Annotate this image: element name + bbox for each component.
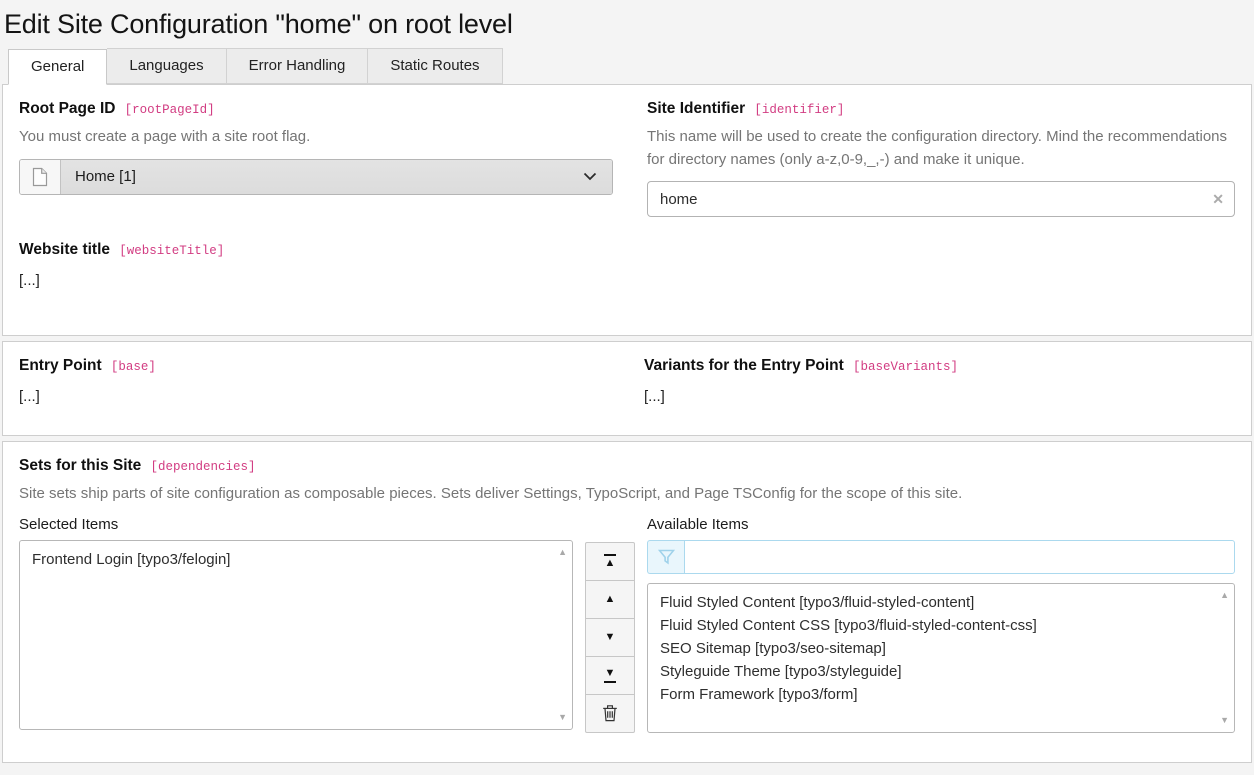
move-to-bottom-button[interactable]: ▼ [585, 656, 635, 695]
chevron-down-icon [583, 172, 597, 181]
move-down-icon: ▼ [605, 632, 616, 643]
tab-error-handling[interactable]: Error Handling [227, 48, 369, 84]
selected-items-listbox[interactable]: Frontend Login [typo3/felogin] ▲ ▼ [19, 540, 573, 730]
remove-item-button[interactable] [585, 694, 635, 733]
available-items-filter-input[interactable] [684, 540, 1235, 574]
field-base-variants: Variants for the Entry Point [baseVarian… [644, 357, 1235, 405]
entry-point-label: Entry Point [19, 357, 102, 374]
root-page-id-select[interactable]: Home [1] [19, 159, 613, 195]
site-identifier-description: This name will be used to create the con… [647, 126, 1235, 171]
panel-general-top: Root Page ID [rootPageId] You must creat… [2, 84, 1252, 336]
root-page-id-description: You must create a page with a site root … [19, 126, 613, 149]
move-up-button[interactable]: ▲ [585, 580, 635, 619]
page-icon [20, 160, 61, 194]
scroll-up-icon[interactable]: ▲ [1220, 591, 1229, 600]
scroll-down-icon[interactable]: ▼ [558, 713, 567, 722]
base-variants-expand-link[interactable]: [...] [644, 388, 665, 405]
sets-description: Site sets ship parts of site configurati… [19, 483, 1235, 506]
entry-point-key: [base] [111, 360, 156, 374]
base-variants-label: Variants for the Entry Point [644, 357, 844, 374]
available-items-listbox[interactable]: Fluid Styled Content [typo3/fluid-styled… [647, 583, 1235, 733]
move-up-icon: ▲ [605, 594, 616, 605]
selected-items-label: Selected Items [19, 516, 573, 533]
tab-static-routes[interactable]: Static Routes [368, 48, 502, 84]
move-to-bottom-icon: ▼ [604, 668, 616, 683]
website-title-key: [websiteTitle] [119, 244, 224, 258]
field-root-page-id: Root Page ID [rootPageId] You must creat… [19, 100, 613, 217]
move-down-button[interactable]: ▼ [585, 618, 635, 657]
available-item[interactable]: Fluid Styled Content CSS [typo3/fluid-st… [660, 614, 1210, 637]
field-site-identifier: Site Identifier [identifier] This name w… [647, 100, 1235, 217]
panel-entry-point: Entry Point [base] [...] Variants for th… [2, 341, 1252, 436]
available-item[interactable]: Styleguide Theme [typo3/styleguide] [660, 660, 1210, 683]
site-identifier-key: [identifier] [754, 103, 844, 117]
dual-list: Selected Items Frontend Login [typo3/fel… [19, 516, 1235, 733]
root-page-id-key: [rootPageId] [125, 103, 215, 117]
site-identifier-input[interactable] [647, 181, 1235, 217]
sets-key: [dependencies] [150, 460, 255, 474]
page-title: Edit Site Configuration "home" on root l… [0, 0, 1254, 48]
move-to-top-button[interactable]: ▲ [585, 542, 635, 581]
filter-icon [647, 540, 684, 574]
field-website-title: Website title [websiteTitle] [...] [19, 241, 1235, 289]
clear-input-icon[interactable]: ✕ [1212, 192, 1224, 206]
move-button-column: ▲ ▲ ▼ ▼ [585, 542, 635, 733]
panel-sets: Sets for this Site [dependencies] Site s… [2, 441, 1252, 763]
website-title-label: Website title [19, 241, 110, 258]
website-title-expand-link[interactable]: [...] [19, 272, 40, 289]
sets-label: Sets for this Site [19, 457, 141, 474]
available-item[interactable]: SEO Sitemap [typo3/seo-sitemap] [660, 637, 1210, 660]
available-item[interactable]: Form Framework [typo3/form] [660, 683, 1210, 706]
tab-languages[interactable]: Languages [107, 48, 226, 84]
tab-general[interactable]: General [8, 49, 107, 85]
scroll-up-icon[interactable]: ▲ [558, 548, 567, 557]
move-to-top-icon: ▲ [604, 554, 616, 569]
trash-icon [602, 704, 618, 722]
field-entry-point: Entry Point [base] [...] [19, 357, 610, 405]
scroll-down-icon[interactable]: ▼ [1220, 716, 1229, 725]
root-page-id-label: Root Page ID [19, 100, 115, 117]
available-items-label: Available Items [647, 516, 1235, 533]
site-identifier-label: Site Identifier [647, 100, 745, 117]
selected-item[interactable]: Frontend Login [typo3/felogin] [32, 548, 548, 571]
root-page-id-selected-value: Home [1] [75, 168, 136, 185]
tab-bar: General Languages Error Handling Static … [0, 48, 1254, 84]
available-items-filter [647, 540, 1235, 574]
entry-point-expand-link[interactable]: [...] [19, 388, 40, 405]
available-item[interactable]: Fluid Styled Content [typo3/fluid-styled… [660, 591, 1210, 614]
base-variants-key: [baseVariants] [853, 360, 958, 374]
